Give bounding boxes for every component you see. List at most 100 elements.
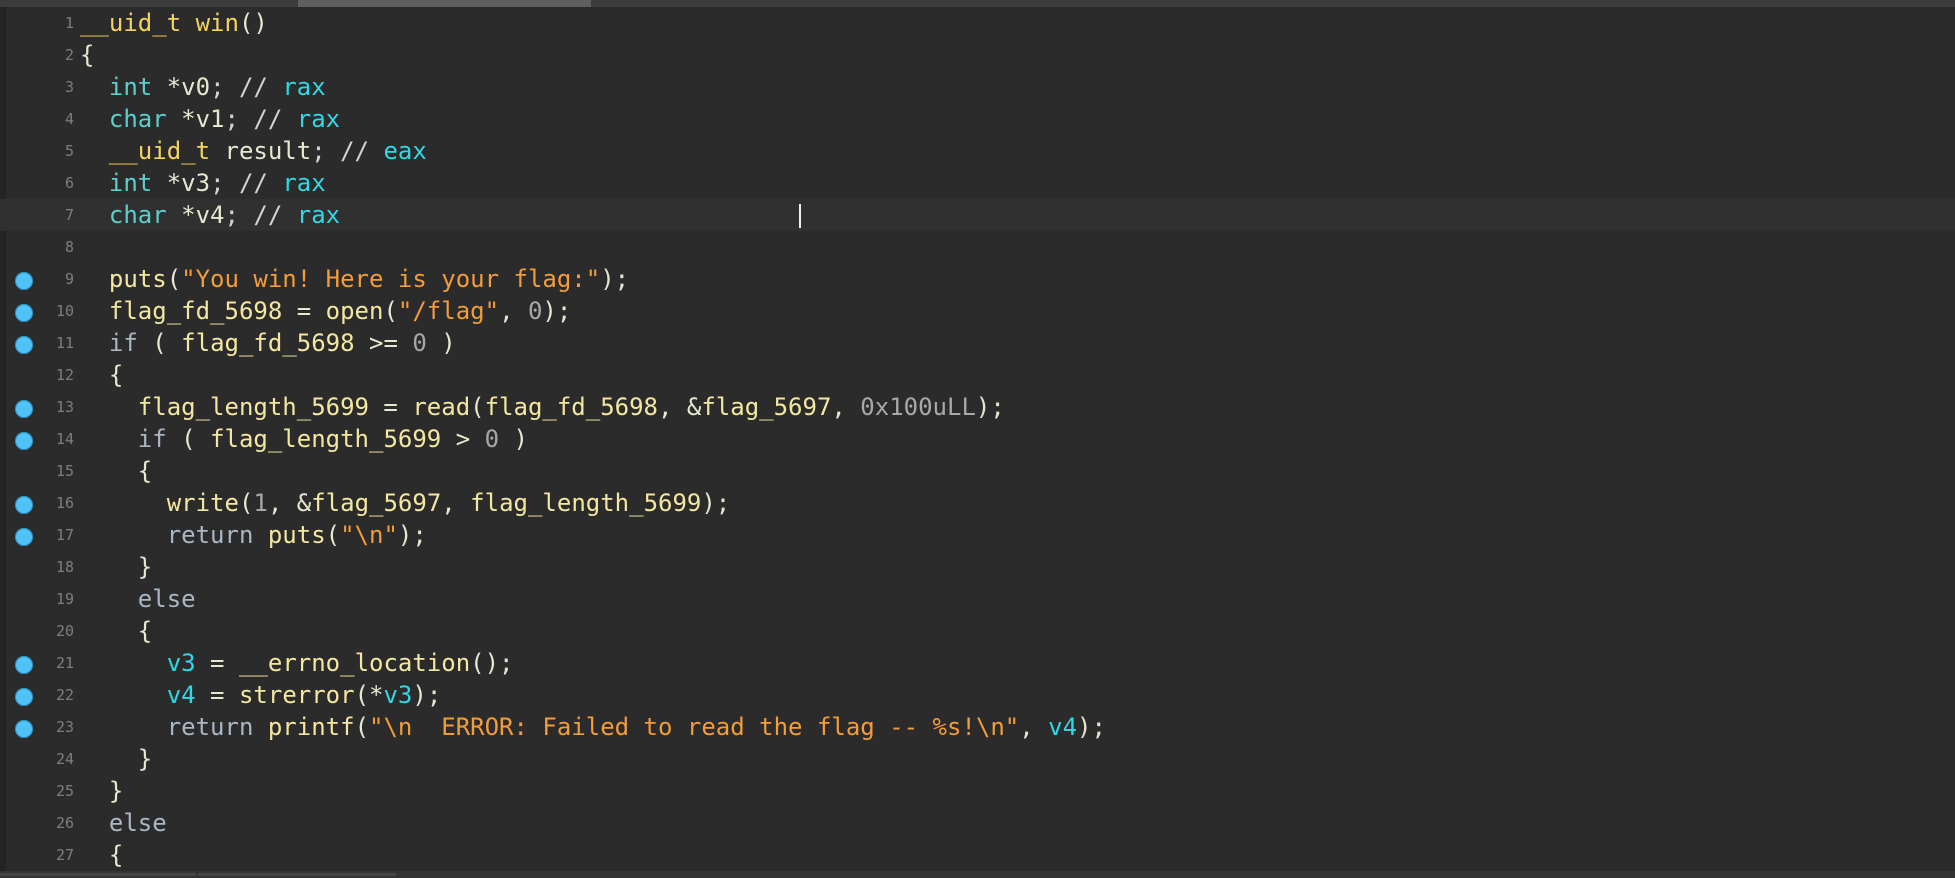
- code-line[interactable]: 1 __uid_t win(): [0, 7, 1955, 39]
- code-token: );: [397, 521, 427, 549]
- code-line[interactable]: 9 puts("You win! Here is your flag:");: [0, 263, 1955, 295]
- breakpoint-dot-icon[interactable]: [15, 272, 33, 290]
- code-line[interactable]: 15 {: [0, 455, 1955, 487]
- code-line[interactable]: 16 write(1, &flag_5697, flag_length_5699…: [0, 487, 1955, 519]
- code-line[interactable]: 19 else: [0, 583, 1955, 615]
- code-text[interactable]: return printf("\n ERROR: Failed to read …: [80, 711, 1106, 743]
- scrollbar-thumb[interactable]: [298, 0, 591, 7]
- code-token: *: [152, 73, 182, 101]
- code-line[interactable]: 22 v4 = strerror(*v3);: [0, 679, 1955, 711]
- code-text[interactable]: return puts("\n");: [80, 519, 427, 551]
- code-line[interactable]: 23 return printf("\n ERROR: Failed to re…: [0, 711, 1955, 743]
- code-line[interactable]: 14 if ( flag_length_5699 > 0 ): [0, 423, 1955, 455]
- code-text[interactable]: }: [80, 775, 123, 807]
- code-line[interactable]: 6 int *v3; // rax: [0, 167, 1955, 199]
- breakpoint-dot-icon[interactable]: [15, 688, 33, 706]
- code-token: printf: [267, 713, 355, 741]
- code-text[interactable]: {: [80, 839, 123, 871]
- code-token: flag_length_5699: [137, 393, 369, 421]
- code-line[interactable]: 20 {: [0, 615, 1955, 647]
- code-token: 0: [484, 425, 500, 453]
- code-text[interactable]: {: [80, 615, 152, 647]
- code-text[interactable]: else: [80, 583, 196, 615]
- code-token: *: [152, 169, 182, 197]
- code-text[interactable]: flag_length_5699 = read(flag_fd_5698, &f…: [80, 391, 1005, 423]
- code-text[interactable]: char *v1; // rax: [80, 103, 340, 135]
- code-text[interactable]: v3 = __errno_location();: [80, 647, 514, 679]
- code-text[interactable]: if ( flag_fd_5698 >= 0 ): [80, 327, 456, 359]
- code-line[interactable]: 5 __uid_t result; // eax: [0, 135, 1955, 167]
- code-token: flag_length_5699: [470, 489, 702, 517]
- breakpoint-dot-icon[interactable]: [15, 720, 33, 738]
- code-token: ): [426, 329, 456, 357]
- line-number: 1: [64, 14, 74, 32]
- code-text[interactable]: __uid_t result; // eax: [80, 135, 427, 167]
- code-line[interactable]: 27 {: [0, 839, 1955, 871]
- code-line[interactable]: 21 v3 = __errno_location();: [0, 647, 1955, 679]
- code-token: >=: [354, 329, 413, 357]
- breakpoint-dot-icon[interactable]: [15, 528, 33, 546]
- code-token: (: [238, 489, 254, 517]
- code-token: write: [166, 489, 239, 517]
- code-line[interactable]: 12 {: [0, 359, 1955, 391]
- code-token: {: [80, 361, 124, 389]
- code-text[interactable]: if ( flag_length_5699 > 0 ): [80, 423, 528, 455]
- pseudocode-editor[interactable]: 1 __uid_t win() 2{3 int *v0; // rax 4 char …: [0, 0, 1955, 878]
- breakpoint-dot-icon[interactable]: [15, 304, 33, 322]
- code-line[interactable]: 26 else: [0, 807, 1955, 839]
- code-line[interactable]: 25 }: [0, 775, 1955, 807]
- line-number: 3: [64, 78, 74, 96]
- code-text[interactable]: {: [80, 359, 123, 391]
- code-text[interactable]: __uid_t win(): [80, 7, 268, 39]
- code-line[interactable]: 3 int *v0; // rax: [0, 71, 1955, 103]
- code-text[interactable]: write(1, &flag_5697, flag_length_5699);: [80, 487, 731, 519]
- code-text[interactable]: int *v3; // rax: [80, 167, 326, 199]
- horizontal-scrollbar[interactable]: [0, 0, 1955, 7]
- breakpoint-dot-icon[interactable]: [15, 336, 33, 354]
- code-text[interactable]: }: [80, 551, 152, 583]
- line-number: 11: [55, 334, 74, 352]
- code-line[interactable]: 4 char *v1; // rax: [0, 103, 1955, 135]
- bottom-scrollbar[interactable]: [0, 871, 1955, 878]
- code-line[interactable]: 13 flag_length_5699 = read(flag_fd_5698,…: [0, 391, 1955, 423]
- code-text[interactable]: puts("You win! Here is your flag:");: [80, 263, 629, 295]
- code-text[interactable]: v4 = strerror(*v3);: [80, 679, 442, 711]
- code-text[interactable]: flag_fd_5698 = open("/flag", 0);: [80, 295, 571, 327]
- code-line[interactable]: 2{: [0, 39, 1955, 71]
- code-token: (: [137, 329, 182, 357]
- code-area[interactable]: 1 __uid_t win() 2{3 int *v0; // rax 4 char …: [0, 7, 1955, 871]
- text-caret: [799, 204, 801, 228]
- breakpoint-dot-icon[interactable]: [15, 432, 33, 450]
- breakpoint-dot-icon[interactable]: [15, 400, 33, 418]
- code-text[interactable]: else: [80, 807, 167, 839]
- code-line[interactable]: 7 char *v4; // rax: [0, 199, 1955, 231]
- line-number: 7: [64, 206, 74, 224]
- code-line[interactable]: 10 flag_fd_5698 = open("/flag", 0);: [0, 295, 1955, 327]
- code-text[interactable]: {: [80, 39, 94, 71]
- code-line[interactable]: 18 }: [0, 551, 1955, 583]
- code-line[interactable]: 24 }: [0, 743, 1955, 775]
- code-text[interactable]: char *v4; // rax: [80, 199, 340, 231]
- code-line[interactable]: 11 if ( flag_fd_5698 >= 0 ): [0, 327, 1955, 359]
- code-line[interactable]: 8: [0, 231, 1955, 263]
- code-token: read: [412, 393, 471, 421]
- code-token: 1: [253, 489, 268, 517]
- line-number: 22: [55, 686, 74, 704]
- code-token: =: [195, 649, 239, 677]
- line-number: 23: [55, 718, 74, 736]
- breakpoint-dot-icon[interactable]: [15, 496, 33, 514]
- code-line[interactable]: 17 return puts("\n");: [0, 519, 1955, 551]
- line-number: 14: [55, 430, 74, 448]
- code-token: __uid_t: [80, 9, 196, 37]
- code-text[interactable]: {: [80, 455, 152, 487]
- code-token: );: [975, 393, 1005, 421]
- code-text[interactable]: }: [80, 743, 152, 775]
- code-text[interactable]: int *v0; // rax: [80, 71, 326, 103]
- breakpoint-dot-icon[interactable]: [15, 656, 33, 674]
- code-token: ; //: [311, 137, 384, 165]
- code-token: result: [224, 137, 312, 165]
